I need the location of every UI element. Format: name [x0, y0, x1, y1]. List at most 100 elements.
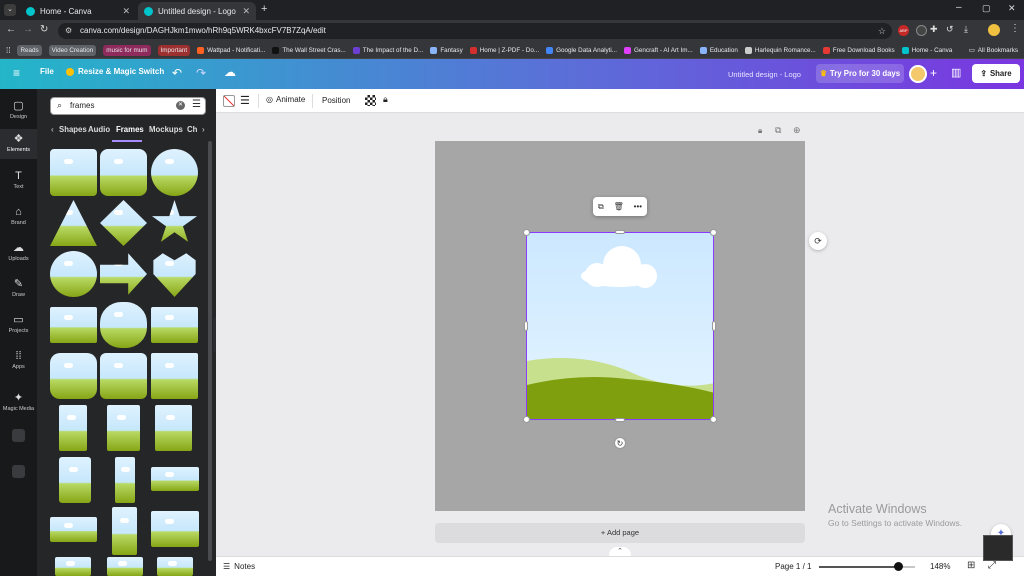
- notes-button[interactable]: ☰ Notes: [223, 562, 255, 571]
- duplicate-page-icon[interactable]: ⧉: [775, 125, 781, 136]
- resize-magic-switch-button[interactable]: Resize & Magic Switch: [66, 67, 164, 76]
- rail-item-draw[interactable]: ✎ Draw: [0, 275, 37, 303]
- bookmark-item[interactable]: Education: [699, 46, 738, 54]
- frame-thumbnail[interactable]: [151, 307, 198, 343]
- resize-handle-bottom-left[interactable]: [523, 416, 530, 423]
- undo-icon[interactable]: ↶: [172, 66, 182, 80]
- bookmark-item[interactable]: Free Download Books: [822, 46, 895, 54]
- bookmark-item[interactable]: Important: [157, 44, 191, 56]
- page-indicator[interactable]: Page 1 / 1: [775, 562, 811, 571]
- add-page-button[interactable]: + Add page: [435, 523, 805, 543]
- frame-thumbnail[interactable]: [153, 253, 196, 297]
- panel-scrollbar[interactable]: [208, 141, 212, 561]
- bookmark-item[interactable]: Fantasy: [430, 46, 463, 54]
- frame-thumbnail[interactable]: [100, 353, 147, 399]
- frame-thumbnail[interactable]: [151, 467, 199, 491]
- frame-thumbnail[interactable]: [157, 557, 193, 576]
- profile-avatar[interactable]: [988, 24, 1000, 36]
- tab-search-button[interactable]: ⌄: [4, 4, 16, 16]
- frame-thumbnail[interactable]: [50, 517, 97, 542]
- close-window-icon[interactable]: ✕: [1008, 3, 1016, 14]
- frame-thumbnail[interactable]: [55, 557, 91, 576]
- frame-thumbnail[interactable]: [50, 149, 97, 196]
- frame-thumbnail[interactable]: [59, 457, 91, 503]
- frame-thumbnail[interactable]: [107, 405, 140, 451]
- fullscreen-icon[interactable]: ⤢: [988, 560, 996, 571]
- bookmark-item[interactable]: The Impact of the D...: [352, 46, 423, 54]
- resize-handle-left[interactable]: [524, 321, 528, 331]
- more-options-icon[interactable]: •••: [634, 202, 642, 211]
- frame-element[interactable]: [526, 232, 714, 420]
- reload-icon[interactable]: ↻: [40, 24, 48, 35]
- rail-item-elements[interactable]: ❖ Elements: [0, 129, 37, 159]
- page-lock-icon[interactable]: 🔒︎: [758, 126, 762, 136]
- frame-thumbnail[interactable]: [100, 253, 147, 295]
- bookmark-item[interactable]: Home | Z-PDF - Do...: [469, 46, 539, 54]
- frame-thumbnail[interactable]: [151, 149, 198, 196]
- share-button[interactable]: ⇪ Share: [972, 64, 1020, 83]
- bookmark-item[interactable]: Gencraft - AI Art Im...: [624, 46, 693, 54]
- resize-handle-top-right[interactable]: [710, 229, 717, 236]
- lock-icon[interactable]: 🔒︎: [383, 94, 388, 105]
- back-icon[interactable]: ←: [6, 24, 16, 35]
- position-button[interactable]: Position: [322, 96, 350, 105]
- copy-element-icon[interactable]: ⧉: [598, 202, 604, 212]
- insights-chart-icon[interactable]: ▥: [951, 66, 961, 79]
- browser-tab-home-canva[interactable]: Home - Canva ✕: [20, 2, 136, 20]
- extension-icon[interactable]: [916, 25, 927, 36]
- transparency-icon[interactable]: [365, 95, 376, 106]
- rail-item-magic-media[interactable]: ✦ Magic Media: [0, 389, 37, 417]
- frame-thumbnail[interactable]: [50, 307, 97, 343]
- bookmark-star-icon[interactable]: ☆: [878, 23, 886, 39]
- frame-thumbnail[interactable]: [50, 200, 97, 246]
- apps-grid-icon[interactable]: ⁞⁞: [6, 46, 10, 55]
- rail-item-apps[interactable]: ⁞⁞ Apps: [0, 347, 37, 375]
- grid-view-icon[interactable]: ⊞: [967, 560, 975, 571]
- bookmark-item[interactable]: Harlequin Romance...: [744, 46, 816, 54]
- border-style-icon[interactable]: ☰: [240, 94, 250, 107]
- bookmark-item[interactable]: The Wall Street Cras...: [272, 46, 346, 54]
- rail-item-brand[interactable]: ⌂ Brand: [0, 203, 37, 231]
- rail-item-design[interactable]: ▢ Design: [0, 97, 37, 125]
- frame-thumbnail[interactable]: [50, 251, 97, 297]
- frame-thumbnail[interactable]: [100, 200, 147, 246]
- cloud-save-icon[interactable]: ☁: [224, 65, 236, 79]
- file-menu-button[interactable]: File: [40, 67, 54, 76]
- frame-thumbnail[interactable]: [50, 353, 97, 399]
- downloads-icon[interactable]: ⤓: [964, 24, 968, 35]
- comment-refresh-icon[interactable]: ⟳: [809, 232, 827, 250]
- app-placeholder-icon[interactable]: [12, 465, 25, 478]
- frame-thumbnail[interactable]: [100, 149, 147, 196]
- resize-handle-top[interactable]: [615, 230, 625, 234]
- frame-thumbnail[interactable]: [155, 405, 192, 451]
- hamburger-menu-icon[interactable]: ≡: [13, 66, 20, 80]
- history-icon[interactable]: ↺: [946, 24, 954, 35]
- bookmark-item[interactable]: music for mum: [103, 44, 151, 56]
- delete-element-icon[interactable]: 🗑︎: [614, 202, 624, 211]
- frame-thumbnail[interactable]: [151, 353, 198, 399]
- close-tab-icon[interactable]: ✕: [122, 6, 130, 17]
- rail-item-uploads[interactable]: ☁ Uploads: [0, 239, 37, 267]
- zoom-level[interactable]: 148%: [930, 562, 950, 571]
- frame-thumbnail[interactable]: [59, 405, 87, 451]
- frame-thumbnail[interactable]: [115, 457, 135, 503]
- minimize-window-icon[interactable]: –: [956, 2, 962, 13]
- rail-item-text[interactable]: T Text: [0, 167, 37, 195]
- color-none-icon[interactable]: [223, 95, 235, 107]
- frame-thumbnail[interactable]: [107, 557, 143, 576]
- bookmark-item[interactable]: Home - Canva: [901, 46, 952, 54]
- forward-icon[interactable]: →: [23, 24, 33, 35]
- animate-button[interactable]: ◎ Animate: [266, 95, 305, 104]
- user-avatar[interactable]: [909, 65, 927, 83]
- frame-thumbnail[interactable]: [100, 302, 147, 348]
- new-tab-icon[interactable]: +: [261, 3, 267, 15]
- all-bookmarks-button[interactable]: ▭ All Bookmarks: [969, 47, 1024, 54]
- frame-thumbnail[interactable]: [112, 507, 137, 555]
- add-collaborator-icon[interactable]: +: [930, 66, 937, 80]
- bookmark-item[interactable]: Video Creation: [48, 44, 97, 56]
- resize-handle-top-left[interactable]: [523, 229, 530, 236]
- frame-thumbnail[interactable]: [151, 511, 199, 547]
- bookmark-item[interactable]: Google Data Analyti...: [546, 46, 617, 54]
- maximize-window-icon[interactable]: ▢: [982, 3, 991, 14]
- zoom-slider[interactable]: [819, 562, 915, 571]
